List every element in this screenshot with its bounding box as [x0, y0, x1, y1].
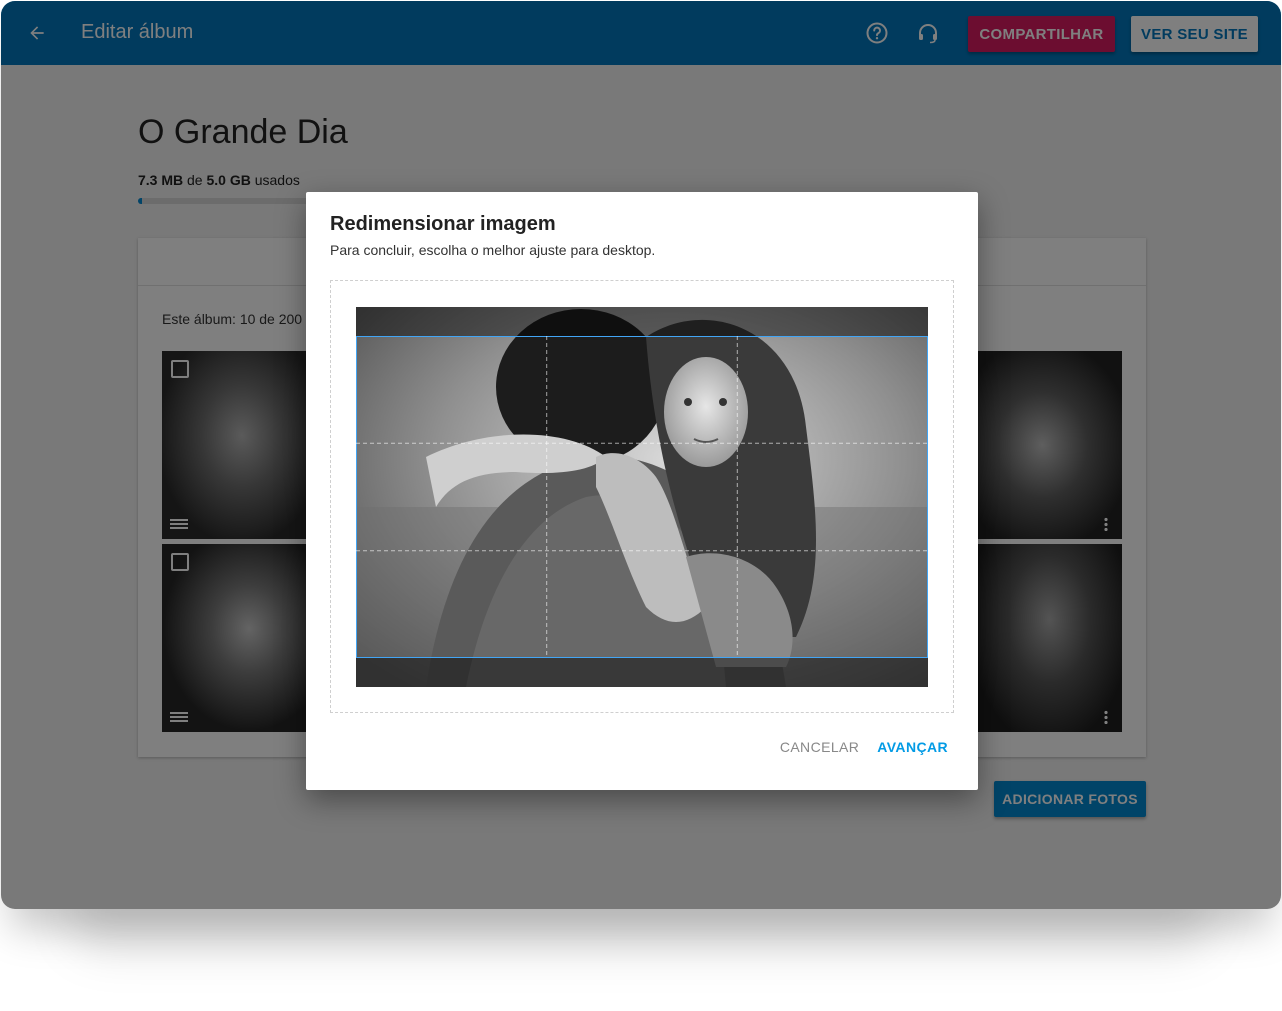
dialog-subtitle: Para concluir, escolha o melhor ajuste p… — [330, 242, 656, 258]
dialog-actions: CANCELAR AVANÇAR — [780, 739, 948, 755]
crop-mask-bottom — [356, 658, 928, 687]
next-button[interactable]: AVANÇAR — [877, 739, 948, 755]
crop-grid — [355, 335, 928, 658]
app-window: Editar álbum COMPARTILHAR VER SEU SITE O… — [1, 1, 1281, 909]
crop-mask-top — [356, 307, 928, 336]
dialog-title: Redimensionar imagem — [330, 213, 556, 235]
cancel-button[interactable]: CANCELAR — [780, 739, 859, 755]
resize-image-dialog: Redimensionar imagem Para concluir, esco… — [306, 192, 978, 790]
crop-selection-box[interactable] — [355, 335, 928, 658]
